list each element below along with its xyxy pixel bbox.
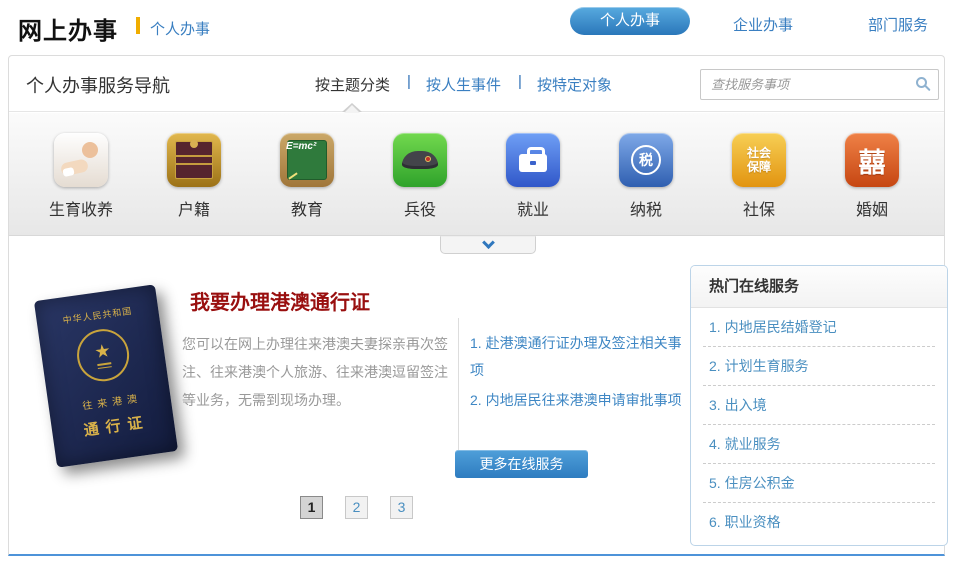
site-header: 网上办事 个人办事 个人办事 企业办事 部门服务 [0, 0, 953, 55]
nav-tab-by-target-group[interactable]: 按特定对象 [537, 74, 612, 95]
expand-categories-button[interactable] [440, 236, 536, 254]
category-label: 教育 [263, 196, 351, 220]
nav-separator: | [407, 73, 411, 90]
more-services-button[interactable]: 更多在线服务 [455, 450, 588, 478]
category-item-employment[interactable]: 就业 [489, 133, 577, 235]
category-strip: 生育收养 户籍 E=mc² 教育 兵役 [9, 113, 944, 236]
hot-service-item-1[interactable]: 1. 内地居民结婚登记 [703, 308, 935, 347]
site-logo: 网上办事 [18, 11, 118, 46]
feature-title: 我要办理港澳通行证 [190, 286, 370, 315]
social-security-icon: 社会保障 [732, 133, 786, 187]
search-input[interactable] [700, 69, 939, 100]
briefcase-icon [506, 133, 560, 187]
feature-description: 您可以在网上办理往来港澳夫妻探亲再次签注、往来港澳个人旅游、往来港澳逗留签注等业… [182, 330, 450, 414]
search-icon[interactable] [916, 77, 927, 88]
category-item-birth-adoption[interactable]: 生育收养 [37, 133, 125, 235]
category-item-education[interactable]: E=mc² 教育 [263, 133, 351, 235]
category-label: 社保 [715, 196, 803, 220]
category-label: 就业 [489, 196, 577, 220]
hot-services-title: 热门在线服务 [691, 266, 947, 308]
header-tab-enterprise[interactable]: 企业办事 [733, 14, 793, 35]
category-item-tax[interactable]: 税 纳税 [602, 133, 690, 235]
nav-separator: | [518, 73, 522, 90]
category-label: 户籍 [150, 196, 238, 220]
nav-title: 个人办事服务导航 [26, 72, 170, 98]
baby-icon [54, 133, 108, 187]
page-button-1[interactable]: 1 [300, 496, 323, 519]
page-button-2[interactable]: 2 [345, 496, 368, 519]
hot-service-item-6[interactable]: 6. 职业资格 [703, 503, 935, 542]
hot-service-item-3[interactable]: 3. 出入境 [703, 386, 935, 425]
double-happiness-icon: 囍 [845, 133, 899, 187]
search-box [700, 69, 939, 100]
chevron-down-icon [482, 236, 495, 249]
passport-image: 中华人民共和国 ★ 往来港澳 通行证 [37, 284, 187, 479]
main-panel: 个人办事服务导航 按主题分类 | 按人生事件 | 按特定对象 生育收养 户籍 [8, 55, 945, 556]
category-item-military[interactable]: 兵役 [376, 133, 464, 235]
national-emblem-icon: ★ [74, 326, 133, 385]
header-tab-personal[interactable]: 个人办事 [570, 7, 690, 35]
active-tab-caret [344, 105, 360, 113]
nav-tab-by-topic[interactable]: 按主题分类 [315, 74, 390, 95]
tax-icon: 税 [619, 133, 673, 187]
header-tab-department[interactable]: 部门服务 [868, 14, 928, 35]
service-nav-bar: 个人办事服务导航 按主题分类 | 按人生事件 | 按特定对象 [9, 56, 944, 112]
breadcrumb[interactable]: 个人办事 [150, 18, 210, 39]
household-register-icon [167, 133, 221, 187]
feature-link-2[interactable]: 2. 内地居民往来港澳申请审批事项 [470, 387, 688, 414]
beret-icon [393, 133, 447, 187]
logo-divider [136, 17, 140, 34]
category-label: 兵役 [376, 196, 464, 220]
page-button-3[interactable]: 3 [390, 496, 413, 519]
hot-services-panel: 热门在线服务 1. 内地居民结婚登记 2. 计划生育服务 3. 出入境 4. 就… [690, 265, 948, 546]
category-label: 生育收养 [37, 196, 125, 220]
hot-service-item-4[interactable]: 4. 就业服务 [703, 425, 935, 464]
carousel-pagination: 1 2 3 [300, 496, 413, 519]
category-label: 婚姻 [828, 196, 916, 220]
hot-service-item-5[interactable]: 5. 住房公积金 [703, 464, 935, 503]
category-item-marriage[interactable]: 囍 婚姻 [828, 133, 916, 235]
chalkboard-icon: E=mc² [280, 133, 334, 187]
category-item-household[interactable]: 户籍 [150, 133, 238, 235]
category-label: 纳税 [602, 196, 690, 220]
category-item-social-security[interactable]: 社会保障 社保 [715, 133, 803, 235]
nav-tab-by-life-event[interactable]: 按人生事件 [426, 74, 501, 95]
feature-link-1[interactable]: 1. 赴港澳通行证办理及签注相关事项 [470, 330, 688, 384]
hot-service-item-2[interactable]: 2. 计划生育服务 [703, 347, 935, 386]
